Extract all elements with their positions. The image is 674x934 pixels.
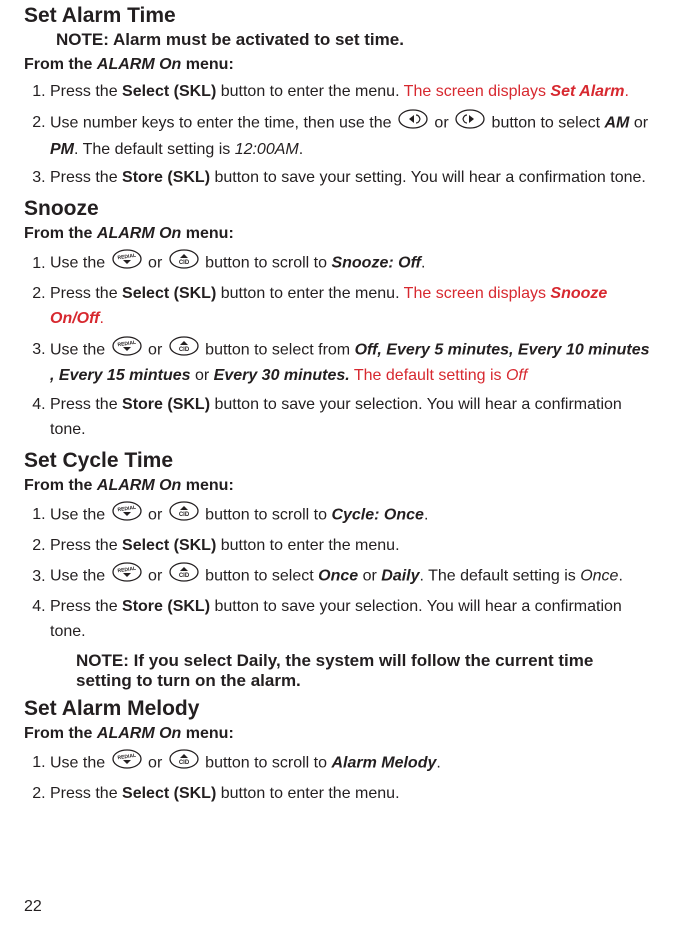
down-button-icon: REDIAL [112, 749, 142, 778]
step-item: Use the REDIAL or CID button to scroll t… [50, 501, 650, 530]
page-number: 22 [24, 898, 42, 916]
up-button-icon: CID [169, 336, 199, 365]
svg-text:REDIAL: REDIAL [117, 566, 136, 575]
step-item: Press the Select (SKL) button to enter t… [50, 534, 650, 559]
step-item: Press the Store (SKL) button to save you… [50, 595, 650, 645]
step-item: Press the Store (SKL) button to save you… [50, 166, 650, 191]
step-item: Press the Select (SKL) button to enter t… [50, 782, 650, 807]
step-item: Use the REDIAL or CID button to scroll t… [50, 249, 650, 278]
left-button-icon [398, 109, 428, 138]
from-menu-set-alarm-time: From the ALARM On menu: [24, 56, 650, 74]
steps-snooze: Use the REDIAL or CID button to scroll t… [24, 249, 650, 443]
svg-text:CID: CID [179, 573, 190, 579]
note-alarm-activated: NOTE: Alarm must be activated to set tim… [56, 30, 650, 50]
heading-set-cycle-time: Set Cycle Time [24, 449, 650, 473]
from-menu-set-alarm-melody: From the ALARM On menu: [24, 725, 650, 743]
step-item: Press the Store (SKL) button to save you… [50, 393, 650, 443]
svg-text:CID: CID [179, 347, 190, 353]
svg-text:REDIAL: REDIAL [117, 505, 136, 514]
steps-set-alarm-time: Press the Select (SKL) button to enter t… [24, 80, 650, 191]
down-button-icon: REDIAL [112, 249, 142, 278]
step-item: Press the Select (SKL) button to enter t… [50, 282, 650, 332]
steps-set-alarm-melody: Use the REDIAL or CID button to scroll t… [24, 749, 650, 807]
from-menu-snooze: From the ALARM On menu: [24, 225, 650, 243]
down-button-icon: REDIAL [112, 336, 142, 365]
svg-text:REDIAL: REDIAL [117, 752, 136, 761]
step-item: Press the Select (SKL) button to enter t… [50, 80, 650, 105]
note-daily-cycle: NOTE: If you select Daily, the system wi… [76, 651, 616, 691]
svg-text:CID: CID [179, 760, 190, 766]
step-item: Use the REDIAL or CID button to scroll t… [50, 749, 650, 778]
step-item: Use number keys to enter the time, then … [50, 109, 650, 163]
from-menu-set-cycle-time: From the ALARM On menu: [24, 477, 650, 495]
heading-set-alarm-melody: Set Alarm Melody [24, 697, 650, 721]
heading-set-alarm-time: Set Alarm Time [24, 4, 650, 28]
svg-text:REDIAL: REDIAL [117, 253, 136, 262]
up-button-icon: CID [169, 749, 199, 778]
up-button-icon: CID [169, 501, 199, 530]
down-button-icon: REDIAL [112, 501, 142, 530]
step-item: Use the REDIAL or CID button to select O… [50, 562, 650, 591]
svg-text:CID: CID [179, 512, 190, 518]
down-button-icon: REDIAL [112, 562, 142, 591]
up-button-icon: CID [169, 562, 199, 591]
heading-snooze: Snooze [24, 197, 650, 221]
up-button-icon: CID [169, 249, 199, 278]
right-button-icon [455, 109, 485, 138]
svg-text:CID: CID [179, 260, 190, 266]
steps-set-cycle-time: Use the REDIAL or CID button to scroll t… [24, 501, 650, 645]
step-item: Use the REDIAL or CID button to select f… [50, 336, 650, 390]
svg-text:REDIAL: REDIAL [117, 339, 136, 348]
